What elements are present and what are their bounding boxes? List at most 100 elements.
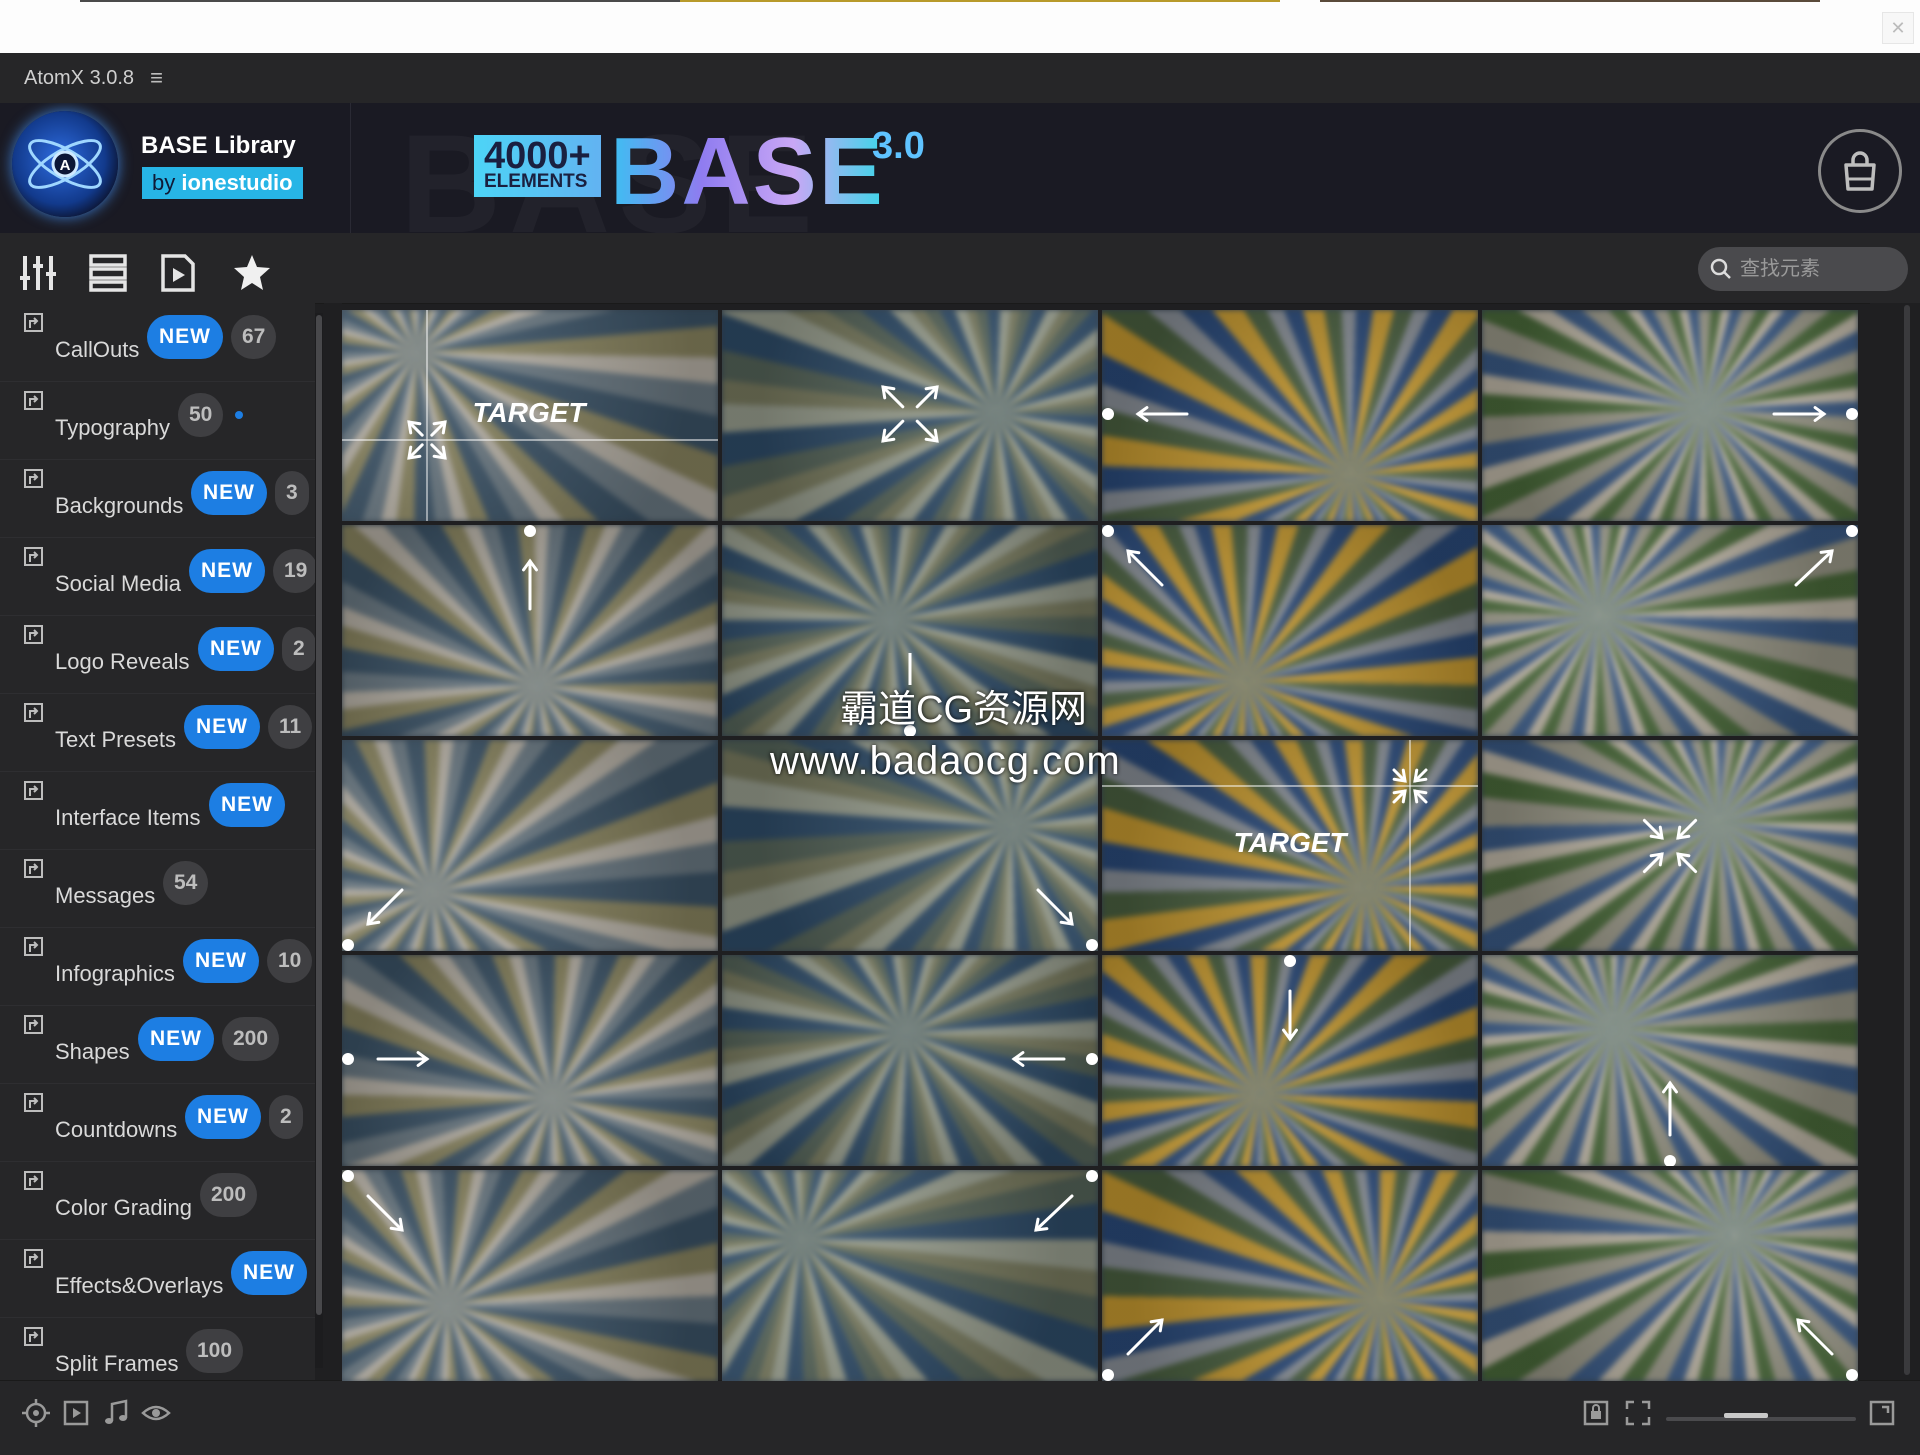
- zoom-slider-knob[interactable]: [1724, 1413, 1768, 1418]
- element-tile[interactable]: [1482, 525, 1858, 736]
- count-badge: 200: [222, 1017, 280, 1061]
- play-box-icon[interactable]: [60, 1397, 92, 1429]
- hamburger-icon[interactable]: ≡: [150, 65, 163, 91]
- music-note-icon[interactable]: [100, 1397, 132, 1429]
- element-tile[interactable]: [342, 955, 718, 1166]
- base-banner: BASE 4000+ ELEMENTS BASE 3.0: [400, 105, 990, 233]
- tile-overlay: [1102, 1318, 1164, 1381]
- library-header: A BASE Library by ionestudio BASE 4000+ …: [0, 103, 1920, 233]
- tile-overlay: [1772, 406, 1858, 422]
- star-icon[interactable]: [232, 253, 272, 293]
- target-icon[interactable]: [20, 1397, 52, 1429]
- element-tile[interactable]: [1482, 1170, 1858, 1381]
- element-tile[interactable]: TARGET: [342, 310, 718, 521]
- sidebar-item-badges: NEW 2: [185, 1095, 303, 1139]
- element-tile[interactable]: [1482, 955, 1858, 1166]
- list-icon[interactable]: [88, 253, 128, 293]
- element-tile[interactable]: [722, 310, 1098, 521]
- sidebar-item-label: Infographics: [55, 961, 175, 986]
- tile-overlay: TARGET: [1102, 740, 1478, 951]
- banner-count: 4000+ ELEMENTS: [474, 135, 601, 197]
- sidebar-item-label: Effects&Overlays: [55, 1273, 224, 1298]
- tile-overlay: [881, 385, 939, 443]
- element-tile[interactable]: [1102, 310, 1478, 521]
- sidebar-item-label: Color Grading: [55, 1195, 192, 1220]
- lock-frame-icon[interactable]: [1580, 1397, 1612, 1429]
- tile-overlay: [342, 1170, 404, 1232]
- sidebar-item[interactable]: Effects&Overlays NEW: [0, 1239, 315, 1318]
- sidebar-item[interactable]: Text Presets NEW 11: [0, 693, 315, 772]
- grid-scrollbar[interactable]: [1870, 303, 1920, 1380]
- sidebar-item-label: Logo Reveals: [55, 649, 190, 674]
- sidebar-gutter: [324, 303, 342, 1380]
- expand-frame-icon[interactable]: [1866, 1397, 1898, 1429]
- sidebar-item[interactable]: CallOuts NEW 67: [0, 303, 315, 382]
- search-input[interactable]: [1738, 256, 1902, 282]
- sidebar-item[interactable]: Logo Reveals NEW 2: [0, 615, 315, 694]
- top-image-strip: [1320, 0, 1820, 2]
- grid-scroll-thumb[interactable]: [1904, 305, 1910, 1375]
- element-tile[interactable]: [342, 525, 718, 736]
- update-dot: [235, 411, 244, 419]
- folder-link-icon: [24, 1249, 43, 1268]
- eye-icon[interactable]: [140, 1397, 172, 1429]
- element-tile[interactable]: [1102, 525, 1478, 736]
- element-tile[interactable]: [722, 955, 1098, 1166]
- sidebar-item-label: Interface Items: [55, 805, 201, 830]
- element-tile[interactable]: [1102, 1170, 1478, 1381]
- count-badge: 10: [267, 939, 313, 983]
- sidebar-item[interactable]: Split Frames 100: [0, 1317, 315, 1380]
- sliders-icon[interactable]: [18, 253, 58, 293]
- folder-link-icon: [24, 391, 43, 410]
- sidebar-item-badges: NEW 200: [138, 1017, 280, 1061]
- sidebar-item-badges: 100: [186, 1329, 244, 1373]
- folder-link-icon: [24, 547, 43, 566]
- tile-overlay: [904, 653, 916, 736]
- fit-frame-icon[interactable]: [1622, 1397, 1654, 1429]
- element-tile[interactable]: [342, 740, 718, 951]
- element-tile[interactable]: [1482, 310, 1858, 521]
- sidebar-item[interactable]: Messages 54: [0, 849, 315, 928]
- element-tile[interactable]: [1482, 740, 1858, 951]
- new-badge: NEW: [198, 627, 274, 671]
- element-tile[interactable]: [1102, 955, 1478, 1166]
- element-tile[interactable]: [342, 1170, 718, 1381]
- new-badge: NEW: [138, 1017, 214, 1061]
- zoom-slider[interactable]: [1666, 1413, 1856, 1421]
- tile-overlay: [1642, 818, 1698, 874]
- sidebar-item-badges: NEW 19: [189, 549, 315, 593]
- element-tile[interactable]: [722, 525, 1098, 736]
- folder-link-icon: [24, 1093, 43, 1112]
- sidebar-item[interactable]: Infographics NEW 10: [0, 927, 315, 1006]
- folder-link-icon: [24, 1015, 43, 1034]
- shopping-bag-icon[interactable]: [1818, 129, 1902, 213]
- sidebar-item-badges: NEW 11: [184, 705, 313, 749]
- new-badge: NEW: [185, 1095, 261, 1139]
- brand-author-badge[interactable]: by ionestudio: [142, 167, 303, 199]
- element-tile[interactable]: TARGET: [1102, 740, 1478, 951]
- element-tile[interactable]: [722, 740, 1098, 951]
- close-icon[interactable]: ✕: [1882, 12, 1914, 44]
- sidebar-item-badges: NEW 2: [198, 627, 315, 671]
- sidebar-scroll-thumb[interactable]: [316, 315, 322, 1315]
- sidebar-item[interactable]: Social Media NEW 19: [0, 537, 315, 616]
- sidebar-item[interactable]: Countdowns NEW 2: [0, 1083, 315, 1162]
- sidebar-item[interactable]: Shapes NEW 200: [0, 1005, 315, 1084]
- header-divider: [350, 103, 351, 233]
- play-file-icon[interactable]: [158, 253, 198, 293]
- sidebar-item-badges: NEW: [209, 783, 285, 827]
- svg-text:A: A: [60, 157, 71, 174]
- search-box[interactable]: [1698, 247, 1908, 291]
- sidebar-item[interactable]: Interface Items NEW: [0, 771, 315, 850]
- count-badge: 2: [269, 1095, 303, 1139]
- banner-name: BASE: [610, 118, 885, 225]
- sidebar-item[interactable]: Backgrounds NEW 3: [0, 459, 315, 538]
- toolbar: [0, 233, 1920, 304]
- tile-overlay: [1102, 525, 1164, 587]
- sidebar-item[interactable]: Color Grading 200: [0, 1161, 315, 1240]
- sidebar-item[interactable]: Typography 50: [0, 381, 315, 460]
- search-icon: [1710, 258, 1731, 279]
- brand-by-label: by: [152, 170, 176, 195]
- element-tile[interactable]: [722, 1170, 1098, 1381]
- count-badge: 3: [275, 471, 309, 515]
